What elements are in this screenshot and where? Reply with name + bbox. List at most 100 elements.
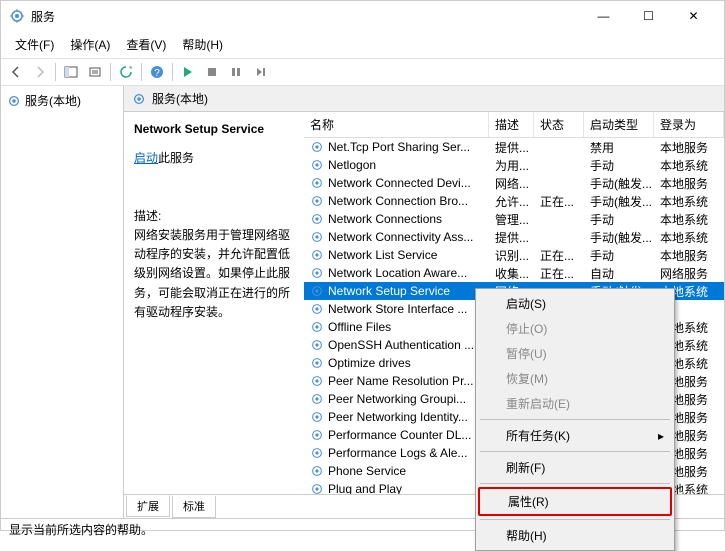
- service-desc: 网络...: [489, 175, 534, 192]
- minimize-button[interactable]: —: [581, 1, 626, 31]
- menu-help[interactable]: 帮助(H): [174, 33, 231, 56]
- ctx-alltasks[interactable]: 所有任务(K)▸: [478, 423, 672, 448]
- refresh-icon: [119, 65, 133, 79]
- service-desc: 收集...: [489, 265, 534, 282]
- tree-root-services[interactable]: 服务(本地): [5, 90, 119, 111]
- main-header: 服务(本地): [124, 86, 724, 112]
- help-button[interactable]: ?: [146, 61, 168, 83]
- service-name: Netlogon: [328, 158, 376, 172]
- show-hide-button[interactable]: [60, 61, 82, 83]
- service-status: 正在...: [534, 265, 584, 282]
- service-desc: 识别...: [489, 247, 534, 264]
- back-button[interactable]: [5, 61, 27, 83]
- service-start: 自动: [584, 265, 654, 282]
- play-icon: [182, 66, 194, 78]
- forward-icon: [33, 65, 47, 79]
- menu-view[interactable]: 查看(V): [118, 33, 174, 56]
- titlebar[interactable]: 服务 — ☐ ✕: [1, 1, 724, 31]
- maximize-button[interactable]: ☐: [626, 1, 671, 31]
- col-status[interactable]: 状态: [534, 112, 584, 137]
- pause-icon: [230, 66, 242, 78]
- service-icon: [310, 482, 324, 494]
- service-logon: 本地系统: [654, 157, 724, 174]
- service-start: 手动: [584, 247, 654, 264]
- col-desc[interactable]: 描述: [489, 112, 534, 137]
- service-logon: 本地系统: [654, 211, 724, 228]
- service-icon: [310, 374, 324, 388]
- service-start: 手动(触发...: [584, 175, 654, 192]
- col-start[interactable]: 启动类型: [584, 112, 654, 137]
- service-row[interactable]: Network Connections管理...手动本地系统: [304, 210, 724, 228]
- service-status: 正在...: [534, 247, 584, 264]
- col-name[interactable]: 名称: [304, 112, 489, 137]
- ctx-stop: 停止(O): [478, 316, 672, 341]
- service-name: Performance Counter DL...: [328, 428, 471, 442]
- service-row[interactable]: Network Location Aware... 收集...正在...自动网络服…: [304, 264, 724, 282]
- ctx-refresh[interactable]: 刷新(F): [478, 455, 672, 480]
- ctx-help[interactable]: 帮助(H): [478, 523, 672, 548]
- ctx-start[interactable]: 启动(S): [478, 291, 672, 316]
- console-tree[interactable]: 服务(本地): [1, 86, 124, 518]
- service-name: Peer Networking Groupi...: [328, 392, 466, 406]
- service-name: Phone Service: [328, 464, 406, 478]
- context-menu[interactable]: 启动(S) 停止(O) 暂停(U) 恢复(M) 重新启动(E) 所有任务(K)▸…: [475, 288, 675, 551]
- export-button[interactable]: [84, 61, 106, 83]
- service-logon: 本地服务: [654, 247, 724, 264]
- tab-extended[interactable]: 扩展: [126, 495, 170, 517]
- service-desc: 提供...: [489, 229, 534, 246]
- ctx-properties[interactable]: 属性(R): [478, 487, 672, 516]
- services-icon: [7, 94, 21, 108]
- service-row[interactable]: Network List Service识别...正在...手动本地服务: [304, 246, 724, 264]
- column-headers[interactable]: 名称 描述 状态 启动类型 登录为: [304, 112, 724, 138]
- service-start: 手动(触发...: [584, 229, 654, 246]
- service-name: Network Store Interface ...: [328, 302, 467, 316]
- pause-service-button[interactable]: [225, 61, 247, 83]
- selected-service-name: Network Setup Service: [134, 120, 294, 139]
- services-icon: [9, 8, 25, 24]
- service-name: Offline Files: [328, 320, 391, 334]
- service-name: Network Location Aware...: [328, 266, 467, 280]
- tab-standard[interactable]: 标准: [172, 496, 216, 518]
- service-logon: 本地服务: [654, 175, 724, 192]
- restart-icon: [254, 66, 266, 78]
- service-row[interactable]: Network Connection Bro...允许...正在...手动(触发…: [304, 192, 724, 210]
- menu-action[interactable]: 操作(A): [62, 33, 118, 56]
- panel-icon: [64, 65, 78, 79]
- service-logon: 网络服务: [654, 265, 724, 282]
- start-link[interactable]: 启动: [134, 151, 158, 165]
- refresh-button[interactable]: [115, 61, 137, 83]
- col-logon[interactable]: 登录为: [654, 112, 724, 137]
- description-text: 网络安装服务用于管理网络驱动程序的安装，并允许配置低级别网络设置。如果停止此服务…: [134, 226, 294, 322]
- service-row[interactable]: Network Connected Devi...网络...手动(触发...本地…: [304, 174, 724, 192]
- service-name: Network Connectivity Ass...: [328, 230, 473, 244]
- service-icon: [310, 302, 324, 316]
- ctx-pause: 暂停(U): [478, 341, 672, 366]
- service-icon: [310, 230, 324, 244]
- start-service-button[interactable]: [177, 61, 199, 83]
- service-name: Plug and Play: [328, 482, 402, 494]
- service-icon: [310, 266, 324, 280]
- service-start: 手动(触发...: [584, 193, 654, 210]
- service-row[interactable]: Netlogon为用...手动本地系统: [304, 156, 724, 174]
- service-name: Performance Logs & Ale...: [328, 446, 467, 460]
- stop-icon: [206, 66, 218, 78]
- service-icon: [310, 176, 324, 190]
- close-button[interactable]: ✕: [671, 1, 716, 31]
- service-icon: [310, 464, 324, 478]
- forward-button[interactable]: [29, 61, 51, 83]
- service-icon: [310, 392, 324, 406]
- ctx-restart: 重新启动(E): [478, 391, 672, 416]
- stop-service-button[interactable]: [201, 61, 223, 83]
- service-desc: 允许...: [489, 193, 534, 210]
- restart-service-button[interactable]: [249, 61, 271, 83]
- service-icon: [310, 338, 324, 352]
- menu-file[interactable]: 文件(F): [7, 33, 62, 56]
- service-row[interactable]: Net.Tcp Port Sharing Ser...提供...禁用本地服务: [304, 138, 724, 156]
- service-icon: [310, 320, 324, 334]
- service-icon: [310, 428, 324, 442]
- service-logon: 本地系统: [654, 229, 724, 246]
- export-icon: [88, 65, 102, 79]
- service-name: Net.Tcp Port Sharing Ser...: [328, 140, 470, 154]
- detail-pane: Network Setup Service 启动此服务 描述: 网络安装服务用于…: [124, 112, 304, 494]
- service-row[interactable]: Network Connectivity Ass... 提供... 手动(触发...…: [304, 228, 724, 246]
